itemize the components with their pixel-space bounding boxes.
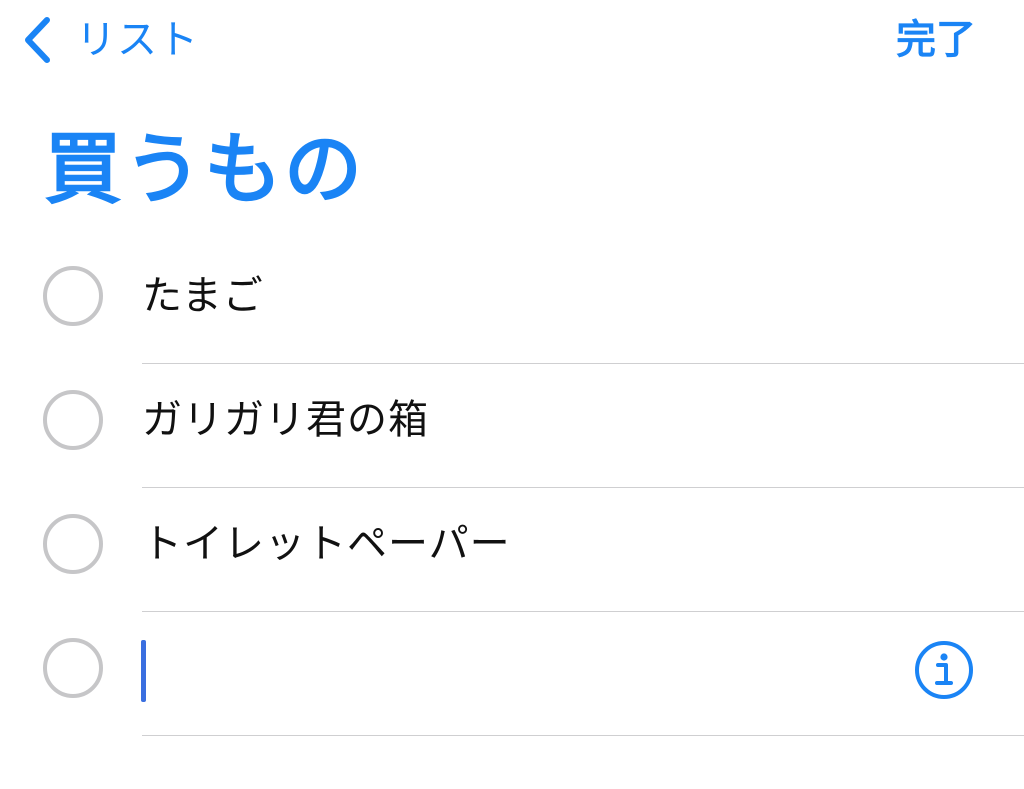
list-title: 買うもの bbox=[44, 125, 365, 215]
complete-toggle-circle-icon[interactable] bbox=[43, 266, 103, 326]
reminder-item[interactable]: たまご bbox=[0, 240, 1024, 364]
reminder-list: たまご ガリガリ君の箱 トイレットペーパー bbox=[0, 240, 1024, 736]
reminder-item[interactable]: ガリガリ君の箱 bbox=[0, 364, 1024, 488]
back-label: リスト bbox=[76, 17, 199, 63]
done-button[interactable]: 完了 bbox=[896, 14, 976, 66]
nav-bar: リスト 完了 bbox=[0, 0, 1024, 90]
info-icon[interactable] bbox=[914, 640, 974, 700]
reminder-title[interactable]: ガリガリ君の箱 bbox=[142, 392, 429, 448]
complete-toggle-circle-icon[interactable] bbox=[43, 514, 103, 574]
back-button[interactable]: リスト bbox=[20, 14, 199, 66]
reminder-item[interactable]: トイレットペーパー bbox=[0, 488, 1024, 612]
new-reminder-row[interactable] bbox=[0, 612, 1024, 736]
reminder-title[interactable]: たまご bbox=[142, 268, 264, 324]
complete-toggle-circle-icon[interactable] bbox=[43, 638, 103, 698]
text-cursor bbox=[141, 640, 146, 702]
chevron-left-icon bbox=[20, 15, 54, 65]
reminder-title[interactable]: トイレットペーパー bbox=[142, 516, 511, 572]
row-divider bbox=[142, 735, 1024, 736]
complete-toggle-circle-icon[interactable] bbox=[43, 390, 103, 450]
new-reminder-input[interactable] bbox=[150, 642, 870, 698]
